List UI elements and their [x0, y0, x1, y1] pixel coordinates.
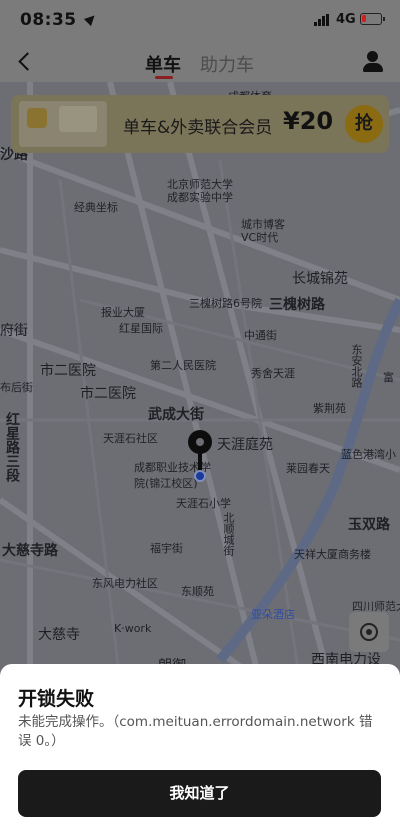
map-label: 北顺城街 — [222, 512, 235, 556]
map-label: 三槐树路6号院 — [189, 297, 262, 310]
map-label: 秀舍天涯 — [251, 367, 295, 380]
promo-banner[interactable]: 单车&外卖联合会员 ¥20 抢 — [11, 95, 389, 153]
signal-icon — [314, 14, 330, 26]
tab-ebike[interactable]: 助力车 — [200, 51, 254, 77]
sheet-title: 开锁失败 — [18, 688, 95, 710]
map-label: 市二医院 — [80, 386, 136, 402]
locate-me-icon[interactable] — [349, 612, 389, 652]
network-type: 4G — [336, 12, 356, 27]
sheet-message: 未能完成操作。（com.meituan.errordomain.network … — [18, 714, 373, 749]
map-label: K·work — [114, 622, 152, 635]
map-label: 东风电力社区 — [92, 577, 158, 590]
map-label: 武成大街 — [148, 407, 204, 423]
promo-text: 单车&外卖联合会员 — [123, 118, 273, 138]
error-sheet: 开锁失败 未能完成操作。（com.meituan.errordomain.net… — [0, 664, 400, 828]
delivery-logo-icon — [59, 106, 97, 132]
map-label: 大慈寺 — [38, 627, 80, 643]
map-label: 大慈寺路 — [2, 543, 58, 559]
bike-logo-icon — [27, 108, 47, 128]
location-arrow-icon — [83, 11, 99, 27]
map-label: 府街 — [0, 323, 28, 339]
map-label: 中通街 — [244, 329, 277, 342]
map-label: 三槐树路 — [269, 297, 325, 313]
map-label: 天祥大厦商务楼 — [294, 548, 371, 561]
map-label: 报业大厦 — [101, 306, 145, 319]
map-label: 市二医院 — [40, 363, 96, 379]
map-label: 成都实验中学 — [167, 191, 233, 204]
map-label: 福宇街 — [150, 542, 183, 555]
tab-bike[interactable]: 单车 — [145, 51, 181, 77]
acknowledge-button[interactable]: 我知道了 — [18, 770, 381, 817]
map-label: 亚朵酒店 — [251, 608, 295, 621]
map-label: 天涯石社区 — [103, 432, 158, 445]
map-label: 富 — [383, 371, 394, 384]
battery-icon — [360, 13, 385, 25]
map-label: 长城锦苑 — [292, 271, 348, 287]
map-label: 莱园春天 — [286, 462, 330, 475]
promo-price: ¥20 — [283, 107, 334, 135]
user-icon[interactable] — [361, 50, 385, 74]
current-location-dot — [194, 470, 206, 482]
map-label: 东顺苑 — [181, 585, 214, 598]
map-label: 东安北路 — [350, 344, 363, 388]
status-time: 08:35 — [20, 10, 77, 30]
map-label: 第二人民医院 — [150, 359, 216, 372]
top-nav: 单车 助力车 — [0, 42, 400, 82]
map-label: 天涯庭苑 — [217, 437, 273, 453]
map-label: 布后街 — [0, 381, 33, 394]
grab-button[interactable]: 抢 — [345, 105, 383, 143]
map-label: 红星路三段 — [4, 412, 20, 482]
map-label: 天涯石小学 — [176, 497, 231, 510]
map-label: 紫荆苑 — [313, 402, 346, 415]
map-label: 玉双路 — [348, 517, 390, 533]
location-pin-icon — [188, 430, 212, 454]
map-label: VC时代 — [241, 231, 279, 244]
map-label: 红星国际 — [119, 322, 163, 335]
active-tab-indicator — [155, 76, 173, 79]
back-icon[interactable] — [14, 50, 38, 74]
promo-image — [19, 101, 107, 147]
map-label: 经典坐标 — [74, 201, 118, 214]
pin-stem — [198, 452, 202, 472]
map-label: 蓝色港湾小 — [341, 448, 396, 461]
map-view[interactable]: 成都体育 沙路 北京师范大学 成都实验中学 经典坐标 城市博客 VC时代 长城锦… — [0, 82, 400, 682]
status-bar: 08:35 4G — [0, 0, 400, 42]
